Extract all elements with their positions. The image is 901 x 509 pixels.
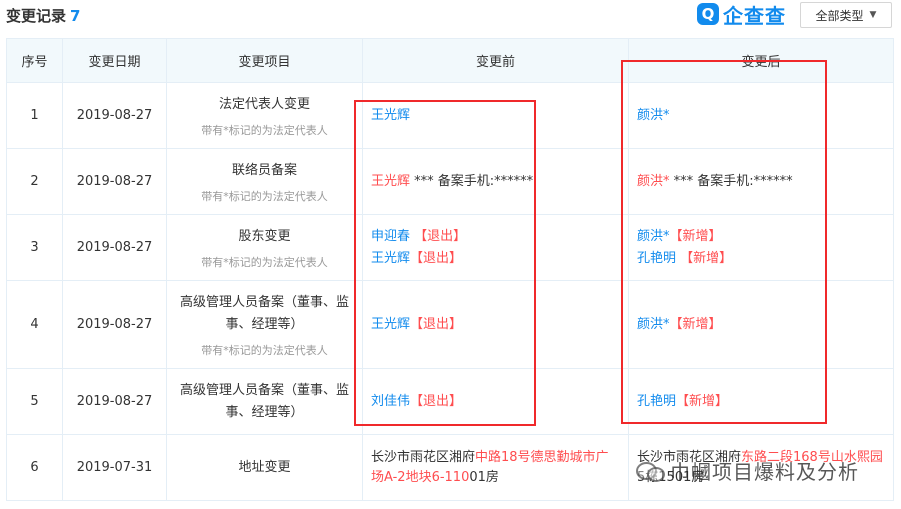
- change-record-table: 序号 变更日期 变更项目 变更前 变更后 1 2019-08-27 法定代表人变…: [6, 38, 894, 501]
- col-header-item: 变更项目: [166, 38, 363, 83]
- row-index: 2: [6, 148, 63, 215]
- row-date: 2019-08-27: [62, 82, 167, 149]
- row-index: 1: [6, 82, 63, 149]
- table-row: 5 2019-08-27 高级管理人员备案（董事、监事、经理等） 刘佳伟【退出】…: [6, 368, 894, 435]
- item-label: 联络员备案: [231, 162, 297, 178]
- row-item: 法定代表人变更 带有*标记的为法定代表人: [166, 82, 363, 149]
- item-note: 带有*标记的为法定代表人: [201, 343, 328, 357]
- table-row: 1 2019-08-27 法定代表人变更 带有*标记的为法定代表人 王光辉 颜洪…: [6, 82, 894, 149]
- person-link[interactable]: 王光辉: [371, 251, 410, 266]
- wechat-icon: [636, 459, 665, 482]
- item-note: 带有*标记的为法定代表人: [201, 255, 328, 269]
- address-part: 01房: [469, 469, 499, 485]
- caret-down-icon: ▼: [869, 10, 877, 20]
- person-link[interactable]: 王光辉: [371, 108, 410, 123]
- person-link[interactable]: 颜洪*: [637, 317, 670, 332]
- table-row: 4 2019-08-27 高级管理人员备案（董事、监事、经理等） 带有*标记的为…: [6, 280, 894, 369]
- row-before: 王光辉【退出】: [362, 280, 629, 369]
- item-label: 高级管理人员备案（董事、监事、经理等）: [179, 294, 349, 332]
- exit-tag: 【退出】: [410, 250, 463, 266]
- row-index: 6: [6, 434, 63, 501]
- row-date: 2019-08-27: [62, 214, 167, 281]
- person-link[interactable]: 颜洪*: [637, 229, 670, 244]
- row-after: 颜洪*【新增】 孔艳明 【新增】: [628, 214, 894, 281]
- row-date: 2019-08-27: [62, 148, 167, 215]
- section-title-text: 变更记录: [6, 7, 67, 25]
- col-header-after: 变更后: [628, 38, 894, 83]
- row-date: 2019-08-27: [62, 368, 167, 435]
- row-index: 5: [6, 368, 63, 435]
- record-count: 7: [70, 7, 81, 25]
- person-name: 王光辉: [371, 173, 411, 189]
- row-item: 联络员备案 带有*标记的为法定代表人: [166, 148, 363, 215]
- person-name: 颜洪*: [637, 173, 670, 189]
- row-before: 王光辉: [362, 82, 629, 149]
- table-row: 2 2019-08-27 联络员备案 带有*标记的为法定代表人 王光辉 *** …: [6, 148, 894, 215]
- row-index: 4: [6, 280, 63, 369]
- row-after: 颜洪*【新增】: [628, 280, 894, 369]
- type-filter-dropdown[interactable]: 全部类型 ▼: [800, 2, 892, 28]
- contact-info: *** 备案手机:******: [669, 173, 793, 189]
- person-link[interactable]: 孔艳明: [637, 251, 676, 266]
- col-header-date: 变更日期: [62, 38, 167, 83]
- row-before: 长沙市雨花区湘府中路18号德思勤城市广场A-2地块6-11001房: [362, 434, 629, 501]
- wechat-watermark: 巾幗项目爆料及分析: [636, 455, 859, 485]
- person-link[interactable]: 王光辉: [371, 317, 410, 332]
- row-index: 3: [6, 214, 63, 281]
- brand-text: 企查查: [723, 3, 786, 28]
- person-link[interactable]: 刘佳伟: [371, 394, 410, 409]
- type-filter-label: 全部类型: [815, 8, 864, 23]
- person-link[interactable]: 颜洪*: [637, 108, 670, 123]
- new-tag: 【新增】: [669, 316, 722, 332]
- row-after: 颜洪* *** 备案手机:******: [628, 148, 894, 215]
- address-part: 长沙市雨花区湘府: [371, 449, 476, 465]
- item-label: 法定代表人变更: [218, 96, 310, 112]
- item-label: 股东变更: [238, 228, 291, 244]
- row-date: 2019-07-31: [62, 434, 167, 501]
- row-item: 高级管理人员备案（董事、监事、经理等） 带有*标记的为法定代表人: [166, 280, 363, 369]
- address-before: 长沙市雨花区湘府中路18号德思勤城市广场A-2地块6-11001房: [371, 448, 620, 488]
- section-header: 变更记录 7 Q 企查查 全部类型 ▼: [0, 0, 901, 30]
- row-before: 申迎春 【退出】 王光辉【退出】: [362, 214, 629, 281]
- person-link[interactable]: 申迎春: [371, 229, 410, 244]
- exit-tag: 【退出】: [410, 316, 463, 332]
- col-header-before: 变更前: [362, 38, 629, 83]
- row-after: 孔艳明【新增】: [628, 368, 894, 435]
- table-header-row: 序号 变更日期 变更项目 变更前 变更后: [6, 38, 894, 83]
- watermark-text: 巾幗项目爆料及分析: [670, 459, 859, 484]
- qichacha-logo-icon: Q: [697, 3, 719, 25]
- row-item: 高级管理人员备案（董事、监事、经理等）: [166, 368, 363, 435]
- table-row: 3 2019-08-27 股东变更 带有*标记的为法定代表人 申迎春 【退出】 …: [6, 214, 894, 281]
- row-item: 地址变更: [166, 434, 363, 501]
- item-note: 带有*标记的为法定代表人: [201, 123, 328, 137]
- new-tag: 【新增】: [676, 393, 729, 409]
- row-after: 颜洪*: [628, 82, 894, 149]
- row-before: 王光辉 *** 备案手机:******: [362, 148, 629, 215]
- contact-info: *** 备案手机:******: [410, 173, 534, 189]
- row-date: 2019-08-27: [62, 280, 167, 369]
- col-header-index: 序号: [6, 38, 63, 83]
- row-item: 股东变更 带有*标记的为法定代表人: [166, 214, 363, 281]
- exit-tag: 【退出】: [410, 393, 463, 409]
- item-label: 地址变更: [238, 459, 291, 475]
- qichacha-logo: Q 企查查: [697, 2, 786, 28]
- item-note: 带有*标记的为法定代表人: [201, 189, 328, 203]
- new-tag: 【新增】: [669, 228, 722, 244]
- row-before: 刘佳伟【退出】: [362, 368, 629, 435]
- person-link[interactable]: 孔艳明: [637, 394, 676, 409]
- new-tag: 【新增】: [676, 250, 733, 266]
- section-title: 变更记录 7: [6, 5, 80, 26]
- exit-tag: 【退出】: [410, 228, 467, 244]
- item-label: 高级管理人员备案（董事、监事、经理等）: [179, 382, 349, 420]
